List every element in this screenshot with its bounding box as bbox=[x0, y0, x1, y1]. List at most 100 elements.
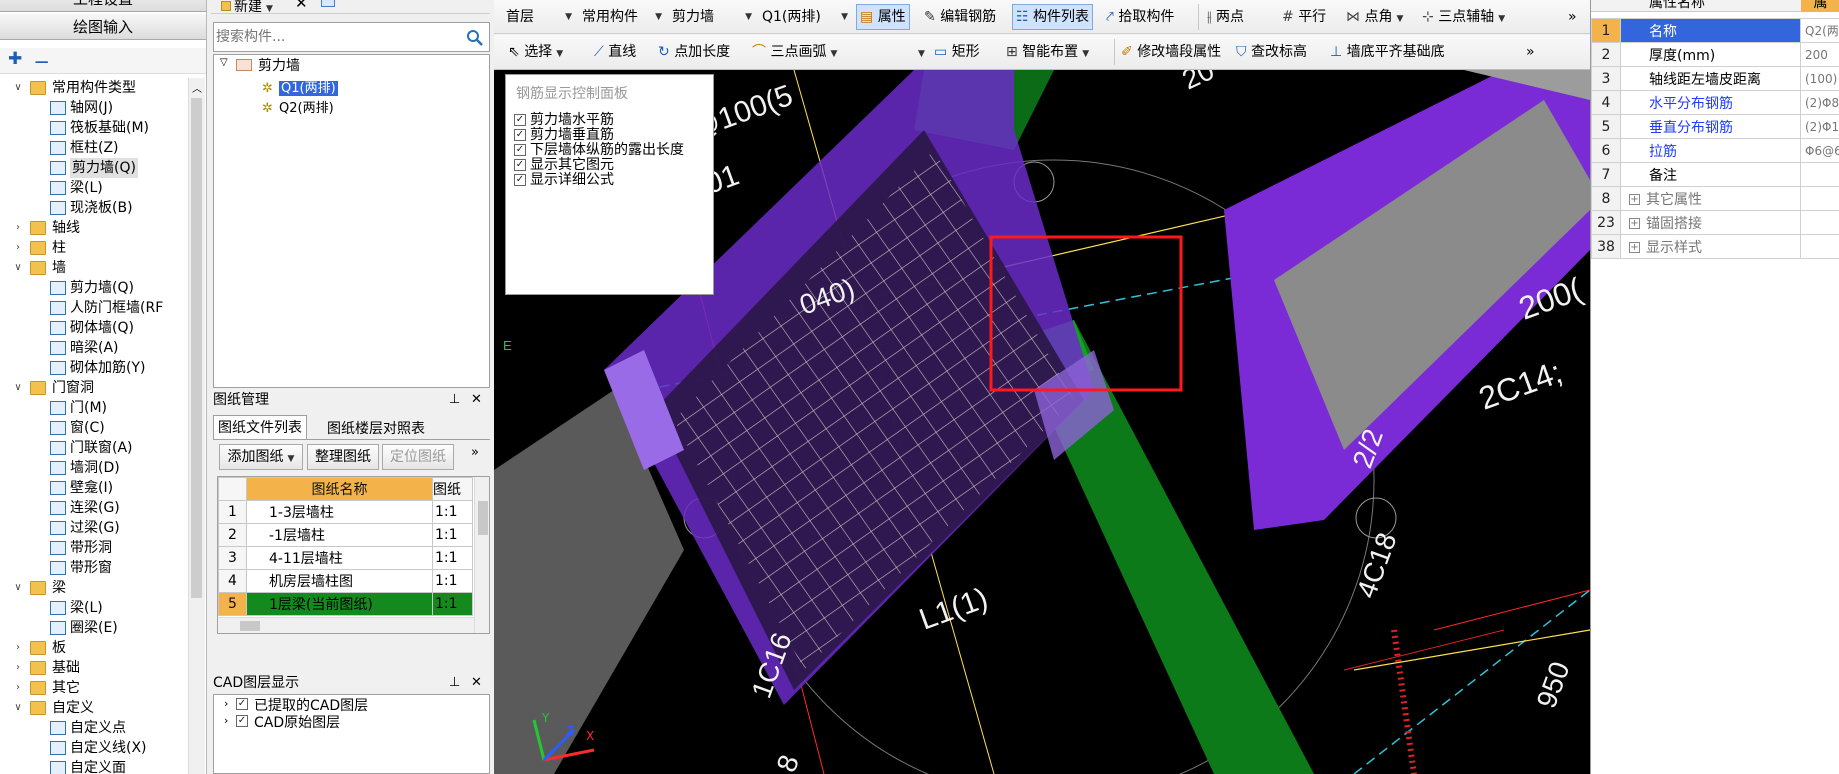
tree-item[interactable]: 梁(L) bbox=[0, 178, 188, 198]
tree-item[interactable]: 壁龛(I) bbox=[0, 478, 188, 498]
scroll-thumb[interactable] bbox=[478, 501, 488, 535]
line-button[interactable]: ⟋ 直线 bbox=[594, 39, 636, 65]
tree-folder[interactable]: ∨ 梁 bbox=[0, 578, 188, 598]
tree-item[interactable]: 剪力墙(Q) bbox=[0, 158, 188, 178]
tab-drawing-files[interactable]: 图纸文件列表 bbox=[213, 415, 307, 439]
table-row[interactable]: 1 1-3层墙柱 1:1 bbox=[218, 500, 473, 524]
tree-item[interactable]: 自定义面 bbox=[0, 758, 188, 774]
layer-checkbox[interactable]: ✓ bbox=[236, 715, 248, 727]
tree-item[interactable]: 轴网(J) bbox=[0, 98, 188, 118]
delete-icon[interactable]: ✕ bbox=[295, 0, 308, 12]
table-row[interactable]: 2 -1层墙柱 1:1 bbox=[218, 523, 473, 547]
tree-item[interactable]: 连梁(G) bbox=[0, 498, 188, 518]
floor-select[interactable]: 首层 ▼ bbox=[506, 4, 572, 30]
smart-layout-button[interactable]: ⊞ 智能布置 ▼ bbox=[1006, 39, 1089, 65]
parallel-button[interactable]: # 平行 bbox=[1282, 4, 1326, 30]
expand-group-icon[interactable]: + bbox=[1629, 218, 1640, 229]
collapse-icon[interactable]: ∨ bbox=[12, 378, 24, 398]
tree-folder[interactable]: ∨ 门窗洞 bbox=[0, 378, 188, 398]
pin-icon[interactable]: ⊥ bbox=[449, 390, 460, 410]
close-icon[interactable]: ✕ bbox=[471, 673, 482, 693]
draw-mode-dropdown[interactable]: ▼ bbox=[914, 39, 925, 65]
property-value[interactable] bbox=[1800, 186, 1839, 211]
tree-item[interactable]: 过梁(G) bbox=[0, 518, 188, 538]
collapse-icon[interactable]: ∨ bbox=[12, 698, 24, 718]
tree-folder[interactable]: ∨ 常用构件类型 bbox=[0, 78, 188, 98]
expand-icon[interactable]: › bbox=[12, 638, 24, 658]
component-select[interactable]: 剪力墙 ▼ bbox=[672, 4, 752, 30]
collapse-icon[interactable]: ∨ bbox=[12, 78, 24, 98]
collapse-icon[interactable]: ∨ bbox=[12, 578, 24, 598]
instance-select[interactable]: Q1(两排) ▼ bbox=[762, 4, 848, 30]
tree-folder[interactable]: › 其它 bbox=[0, 678, 188, 698]
properties-button[interactable]: ▤ 属性 bbox=[856, 4, 910, 30]
tab-floor-mapping[interactable]: 图纸楼层对照表 bbox=[323, 417, 429, 441]
expand-icon[interactable]: › bbox=[224, 714, 228, 727]
table-row[interactable]: 4 机房层墙柱图 1:1 bbox=[218, 569, 473, 593]
collapse-icon[interactable]: ▽ bbox=[220, 57, 228, 68]
rebar-option-checkbox[interactable]: ✓ bbox=[514, 129, 526, 141]
tree-item[interactable]: 带形洞 bbox=[0, 538, 188, 558]
expand-all-icon[interactable]: ✚ bbox=[8, 49, 22, 69]
tree-item[interactable]: 筏板基础(M) bbox=[0, 118, 188, 138]
tab-drawing-input[interactable]: 绘图输入 bbox=[0, 14, 206, 40]
property-value[interactable] bbox=[1800, 234, 1839, 259]
organize-drawing-button[interactable]: 整理图纸 bbox=[307, 444, 379, 470]
collapse-icon[interactable]: ∨ bbox=[12, 258, 24, 278]
rebar-option-checkbox[interactable]: ✓ bbox=[514, 159, 526, 171]
property-row[interactable]: 5 垂直分布钢筋 (2)Φ10@2 bbox=[1591, 114, 1839, 139]
table-hscrollbar[interactable] bbox=[218, 617, 474, 633]
property-row[interactable]: 8 + 其它属性 bbox=[1591, 186, 1839, 211]
tree-item[interactable]: 窗(C) bbox=[0, 418, 188, 438]
tree-item[interactable]: 梁(L) bbox=[0, 598, 188, 618]
expand-icon[interactable]: › bbox=[12, 678, 24, 698]
scroll-up-icon[interactable]: ︿ bbox=[192, 80, 202, 95]
more-icon[interactable]: » bbox=[1568, 4, 1577, 30]
check-elevation-button[interactable]: ⛉ 查改标高 bbox=[1236, 39, 1307, 65]
more-icon[interactable]: » bbox=[471, 445, 479, 460]
tree-item[interactable]: 现浇板(B) bbox=[0, 198, 188, 218]
tree-item[interactable]: 墙洞(D) bbox=[0, 458, 188, 478]
collapse-all-icon[interactable]: ⚊ bbox=[34, 48, 49, 68]
tab-project-settings[interactable]: 工程设置 bbox=[0, 0, 206, 12]
rebar-option-checkbox[interactable]: ✓ bbox=[514, 174, 526, 186]
property-row[interactable]: 6 拉筋 Φ6@600*6 bbox=[1591, 138, 1839, 163]
table-row[interactable]: 3 4-11层墙柱 1:1 bbox=[218, 546, 473, 570]
copy-icon[interactable] bbox=[321, 0, 335, 7]
property-value[interactable]: (2)Φ10@2 bbox=[1800, 114, 1839, 139]
component-item[interactable]: ✲ Q2(两排) bbox=[262, 97, 334, 116]
component-list-button[interactable]: ☷ 构件列表 bbox=[1012, 4, 1094, 30]
two-point-button[interactable]: ⫲ 两点 bbox=[1198, 4, 1244, 30]
more-icon[interactable]: » bbox=[1526, 39, 1535, 65]
edit-rebar-button[interactable]: ✎ 编辑钢筋 bbox=[924, 4, 996, 30]
tree-item[interactable]: 自定义线(X) bbox=[0, 738, 188, 758]
align-foundation-button[interactable]: ⊥ 墙底平齐基础底 bbox=[1330, 39, 1445, 65]
rebar-option-checkbox[interactable]: ✓ bbox=[514, 114, 526, 126]
tree-scrollbar[interactable]: ︿ bbox=[188, 78, 205, 774]
property-value[interactable] bbox=[1800, 210, 1839, 235]
hscroll-thumb[interactable] bbox=[240, 621, 260, 631]
tree-folder[interactable]: ∨ 自定义 bbox=[0, 698, 188, 718]
expand-icon[interactable]: › bbox=[12, 238, 24, 258]
rebar-option[interactable]: ✓ 剪力墙水平筋 bbox=[506, 113, 713, 128]
scroll-thumb[interactable] bbox=[191, 98, 202, 598]
three-point-arc-button[interactable]: ⌒ 三点画弧 ▼ bbox=[752, 39, 837, 65]
search-input[interactable] bbox=[216, 26, 456, 48]
tree-folder[interactable]: › 轴线 bbox=[0, 218, 188, 238]
column-drawing-scale[interactable]: 图纸 bbox=[432, 477, 473, 501]
layer-checkbox[interactable]: ✓ bbox=[236, 698, 248, 710]
tree-item[interactable]: 带形窗 bbox=[0, 558, 188, 578]
rebar-option[interactable]: ✓ 显示详细公式 bbox=[506, 173, 713, 188]
property-value[interactable]: Q2(两排) bbox=[1800, 18, 1839, 43]
expand-icon[interactable]: › bbox=[12, 658, 24, 678]
tree-folder[interactable]: › 板 bbox=[0, 638, 188, 658]
property-row[interactable]: 2 厚度(mm) 200 bbox=[1591, 42, 1839, 67]
rebar-option-checkbox[interactable]: ✓ bbox=[514, 144, 526, 156]
expand-icon[interactable]: › bbox=[224, 697, 228, 710]
property-value[interactable]: Φ6@600*6 bbox=[1800, 138, 1839, 163]
component-item[interactable]: ✲ Q1(两排) bbox=[262, 77, 338, 96]
rebar-option[interactable]: ✓ 剪力墙垂直筋 bbox=[506, 128, 713, 143]
expand-group-icon[interactable]: + bbox=[1629, 194, 1640, 205]
search-icon[interactable] bbox=[466, 29, 483, 46]
tree-item[interactable]: 门联窗(A) bbox=[0, 438, 188, 458]
